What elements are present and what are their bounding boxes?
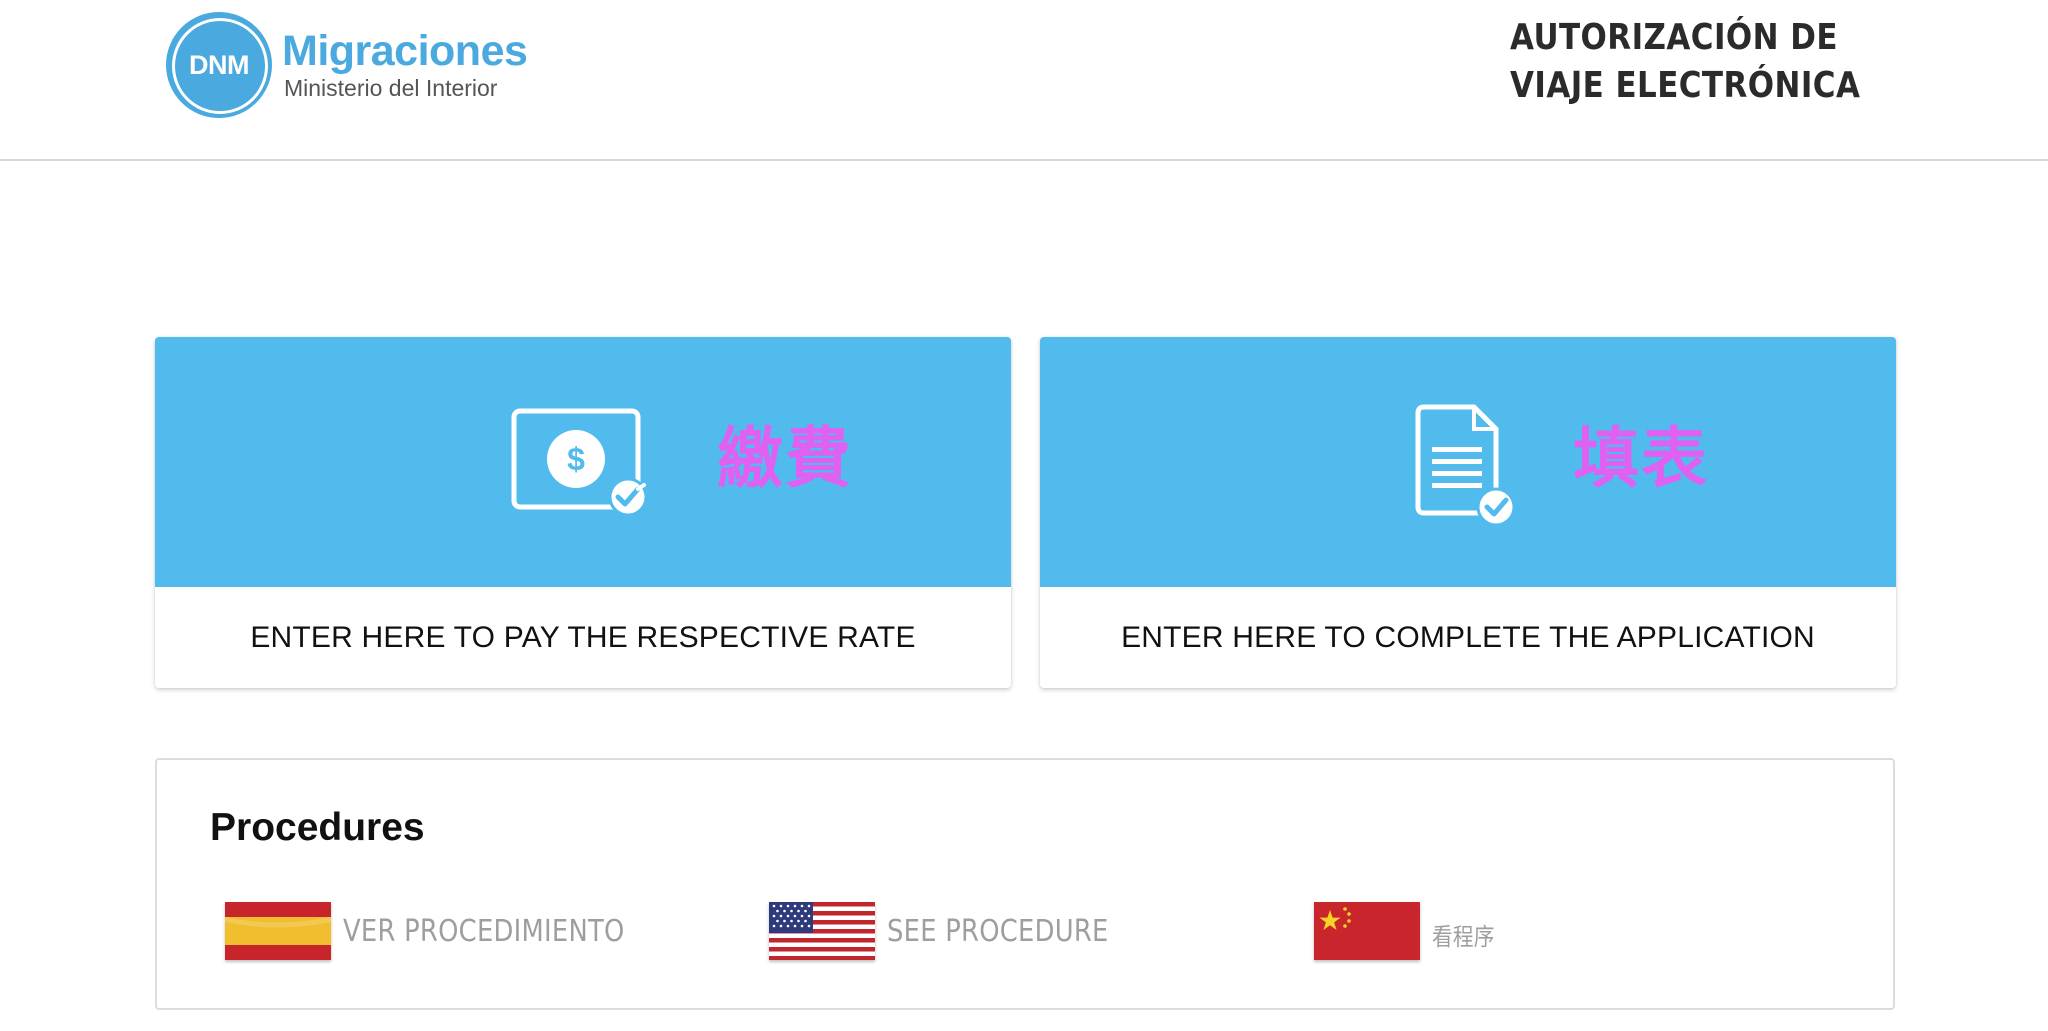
complete-application-card[interactable]: 填表 ENTER HERE TO COMPLETE THE APPLICATIO… [1040,337,1896,688]
pay-card-banner: $ 繳費 [155,337,1011,587]
dollar-certificate-icon: $ [510,407,660,532]
site-header: DNM Migraciones Ministerio del Interior … [0,0,2048,161]
procedures-title: Procedures [210,806,425,849]
procedure-link-label: VER PROCEDIMIENTO [343,913,625,949]
migraciones-logo[interactable]: DNM Migraciones Ministerio del Interior [166,12,528,118]
apply-card-banner: 填表 [1040,337,1896,587]
procedure-link-label: 看程序 [1432,922,1495,951]
document-check-icon [1408,403,1528,538]
apply-cjk-label: 填表 [1573,420,1709,497]
logo-subtitle: Ministerio del Interior [284,75,498,101]
procedure-link-english[interactable]: SEE PROCEDURE [769,902,1145,960]
logo-text: Migraciones Ministerio del Interior [282,27,528,102]
pay-card-label[interactable]: ENTER HERE TO PAY THE RESPECTIVE RATE [155,587,1011,688]
china-flag-icon [1314,902,1420,960]
svg-text:$: $ [567,441,585,477]
pay-rate-card[interactable]: $ 繳費 ENTER HERE TO PAY THE RESPECTIVE RA… [155,337,1011,688]
procedures-panel: Procedures VER PROCEDIMIENTO SEE PROCEDU… [155,758,1895,1010]
pay-cjk-label: 繳費 [717,420,853,497]
logo-title: Migraciones [282,27,528,75]
logo-abbrev: DNM [187,49,251,81]
procedure-link-spanish[interactable]: VER PROCEDIMIENTO [225,902,670,960]
procedure-link-chinese[interactable]: 看程序 [1314,902,1505,960]
page-title-line2: VIAJE ELECTRÓNICA [1510,65,1861,106]
apply-card-label[interactable]: ENTER HERE TO COMPLETE THE APPLICATION [1040,587,1896,688]
usa-flag-icon [769,902,875,960]
procedure-link-label: SEE PROCEDURE [887,913,1109,949]
spain-flag-icon [225,902,331,960]
page-title: AUTORIZACIÓN DE VIAJE ELECTRÓNICA [1510,14,1861,110]
page-title-line1: AUTORIZACIÓN DE [1510,17,1838,58]
dnm-seal-icon: DNM [166,12,272,118]
